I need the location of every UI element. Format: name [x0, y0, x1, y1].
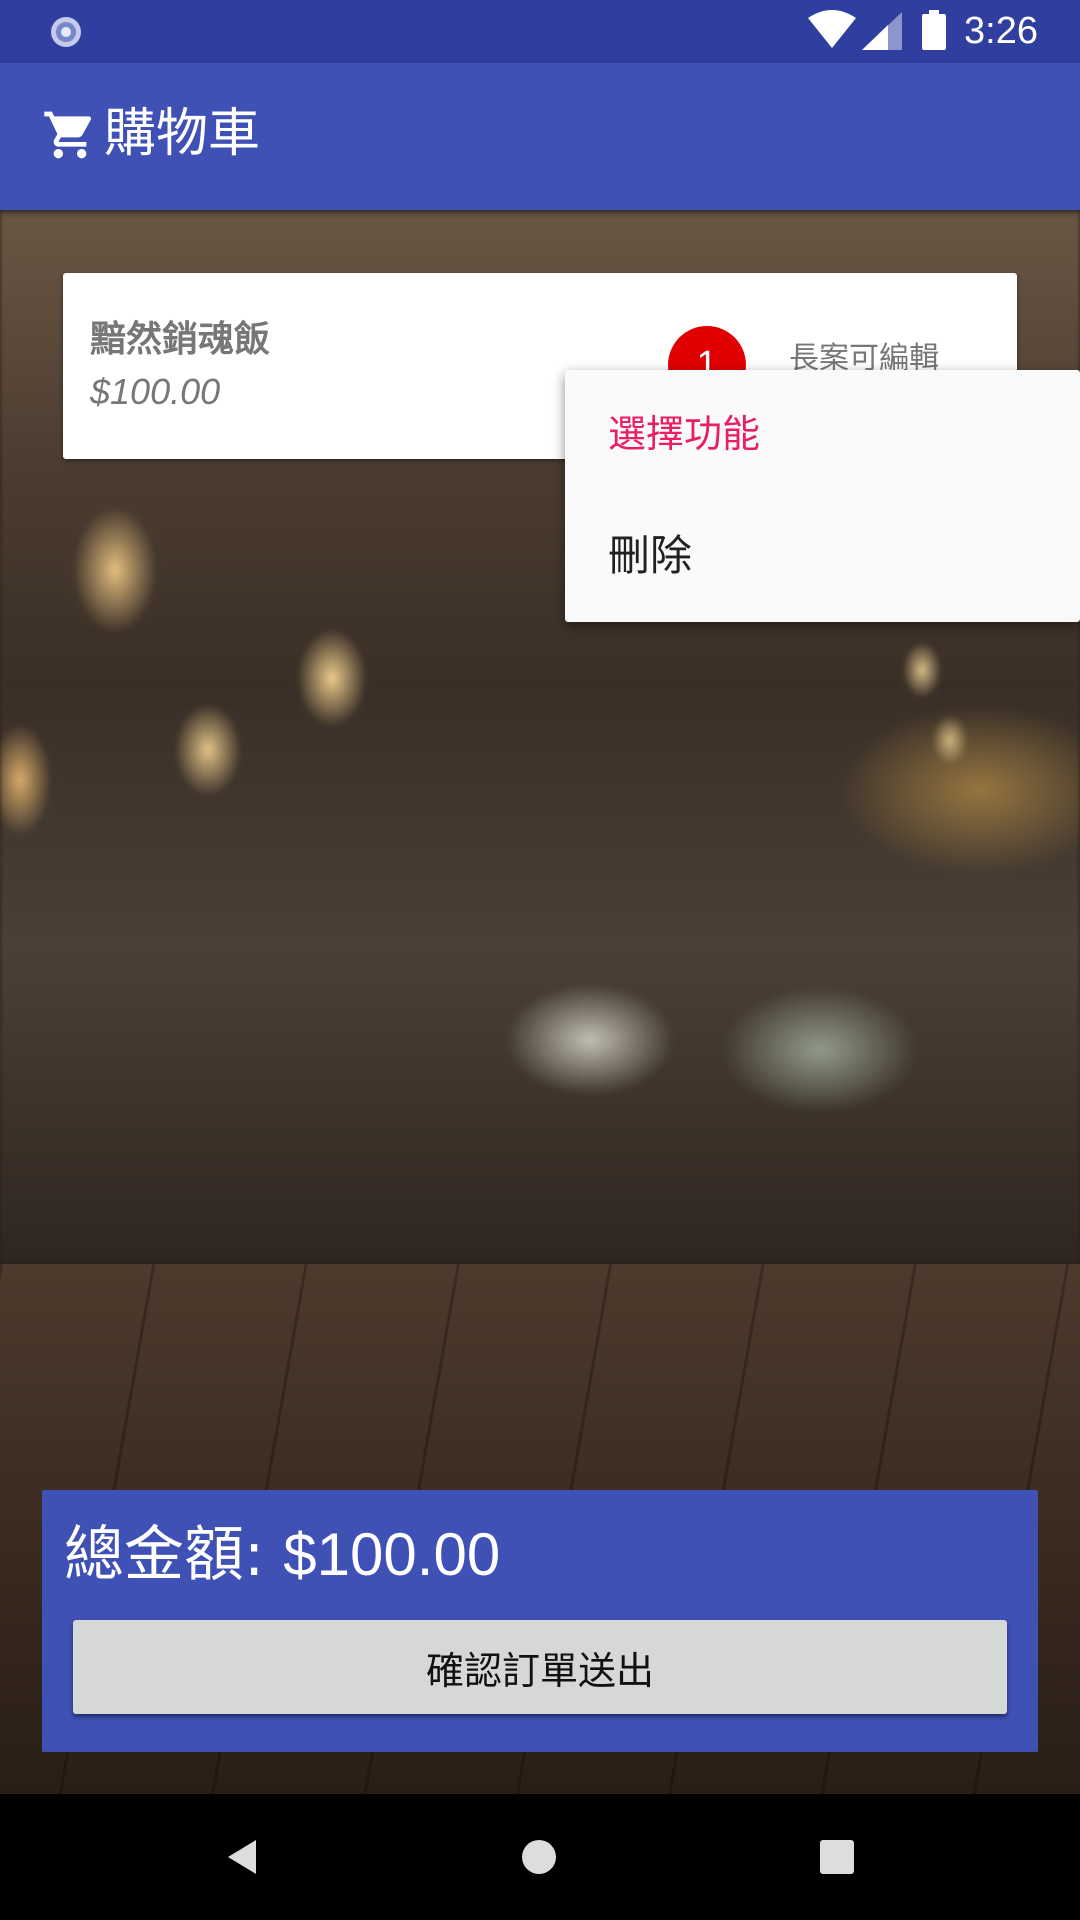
navigation-bar: [0, 1794, 1080, 1920]
status-clock: 3:26: [964, 10, 1038, 52]
context-menu-title: 選擇功能: [608, 412, 761, 456]
wifi-icon: [808, 10, 856, 48]
home-icon[interactable]: [512, 1830, 566, 1884]
battery-icon: [922, 10, 946, 50]
item-name: 黯然銷魂飯: [90, 319, 271, 360]
signal-icon: [862, 12, 902, 50]
cart-icon: [44, 111, 92, 159]
total-label: 總金額:: [64, 1520, 265, 1590]
total-panel: 總金額: $100.00 確認訂單送出: [42, 1490, 1038, 1752]
submit-order-button[interactable]: 確認訂單送出: [73, 1620, 1007, 1714]
total-amount-text: 總金額: $100.00: [64, 1518, 500, 1592]
back-icon[interactable]: [214, 1830, 268, 1884]
context-menu: 選擇功能 刪除: [565, 370, 1080, 622]
recents-icon[interactable]: [810, 1830, 864, 1884]
delete-menu-label: 刪除: [608, 531, 693, 580]
total-amount: $100.00: [283, 1521, 501, 1588]
item-price: $100.00: [90, 371, 221, 412]
status-bar: 3:26: [0, 0, 1080, 63]
app-bar: 購物車: [0, 63, 1080, 210]
sync-icon: [51, 17, 81, 47]
page-title: 購物車: [104, 104, 261, 164]
delete-menu-item[interactable]: 刪除: [565, 518, 1080, 618]
